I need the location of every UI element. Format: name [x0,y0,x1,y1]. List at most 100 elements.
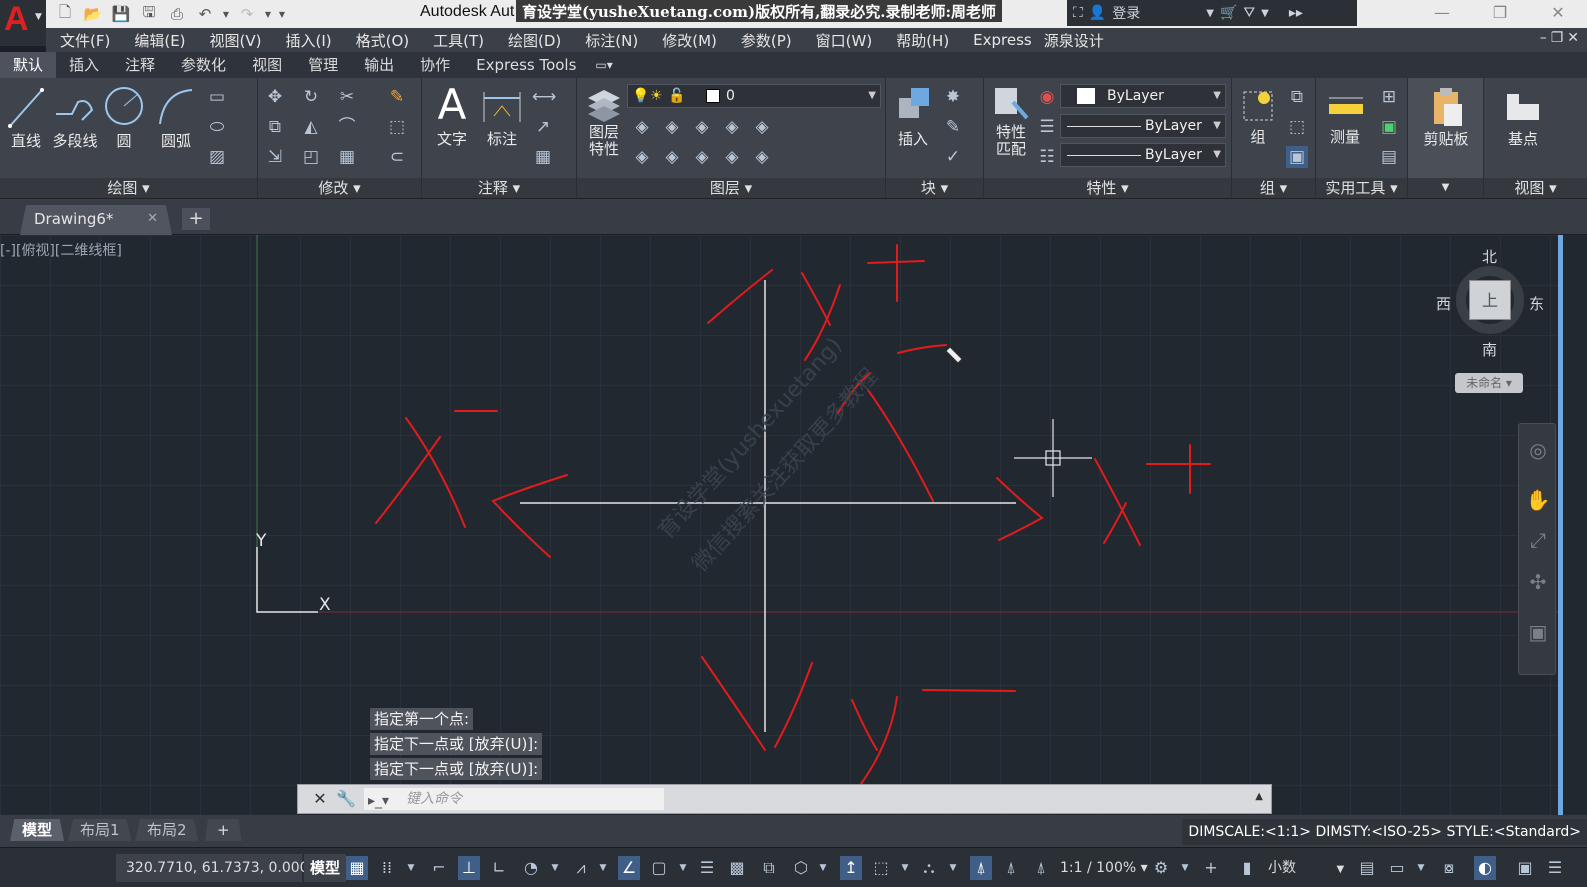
edit-attributes-icon[interactable]: ✓ [942,146,964,168]
layer-tool-4-icon[interactable]: ◈ [721,116,743,138]
menu-view[interactable]: 视图(V) [198,30,274,51]
customize-wrench-icon[interactable]: 🔧 [336,789,356,809]
command-history-toggle-icon[interactable]: ▲ [1255,791,1263,802]
tab-manage[interactable]: 管理 [295,52,351,78]
save-as-icon[interactable]: 🖫 [136,3,162,25]
table-icon[interactable]: ▦ [532,146,554,168]
login-dropdown-icon[interactable]: ▼ [1206,8,1214,19]
mirror-icon[interactable]: ◭ [300,116,322,138]
tab-home[interactable]: 默认 [0,52,57,78]
user-icon[interactable]: 👤 [1089,5,1106,21]
layer-properties-button[interactable]: 图层 特性 [581,84,627,158]
clean-screen-icon[interactable]: ▣ [1514,856,1536,880]
panel-properties-title[interactable]: 特性 ▾ [984,178,1231,198]
layer-tool-3-icon[interactable]: ◈ [691,116,713,138]
customize-statusbar-icon[interactable]: ☰ [1544,856,1566,880]
restore-icon[interactable]: ❐ [1471,0,1529,26]
print-icon[interactable]: ⎙ [164,3,190,25]
array-icon[interactable]: ▦ [336,146,358,168]
coordinates-display[interactable]: 320.7710, 61.7373, 0.0000 [116,854,317,882]
ribbon-minimize-icon[interactable]: ▭▾ [595,58,625,72]
hardware-acceleration-icon[interactable]: ◐ [1474,856,1496,880]
polyline-button[interactable]: 多段线 [50,84,100,151]
panel-groups-title[interactable]: 组 ▾ [1232,178,1315,198]
showmotion-icon[interactable]: ▣ [1519,620,1557,644]
model-space-button[interactable]: 模型 [304,854,347,882]
layer-dropdown[interactable]: 💡 ☀ 🔓 0 ▼ [627,84,881,108]
layer-tool-5-icon[interactable]: ◈ [751,116,773,138]
menu-file[interactable]: 文件(F) [46,30,122,51]
object-snap-tracking-icon[interactable]: ∠ [618,856,640,880]
menu-parametric[interactable]: 参数(P) [729,30,804,51]
units-icon[interactable]: ▮ [1236,856,1258,880]
scale-icon[interactable]: ◰ [300,146,322,168]
edit-block-icon[interactable]: ✎ [942,116,964,138]
menu-modify[interactable]: 修改(M) [650,30,729,51]
menu-edit[interactable]: 编辑(E) [122,30,197,51]
menu-yuanquan[interactable]: 源泉设计 [1044,30,1116,51]
lineweight-dropdown[interactable]: ByLayer ▼ [1060,143,1226,167]
undo-dropdown-icon[interactable]: ▼ [220,3,232,25]
panel-modify-title[interactable]: 修改 ▾ [258,178,421,198]
layer-tool-10-icon[interactable]: ◈ [751,146,773,168]
rectangle-icon[interactable]: ▭ [206,86,228,108]
layer-tool-9-icon[interactable]: ◈ [721,146,743,168]
group-button[interactable]: 组 [1236,86,1280,147]
a360-dropdown-icon[interactable]: ▼ [1261,8,1269,19]
panel-clipboard-title[interactable]: ▼ [1408,178,1483,198]
copy-icon[interactable]: ⧉ [264,116,286,138]
workspace-gear-icon[interactable]: ⚙ [1150,856,1172,880]
insert-block-button[interactable]: 插入 [890,84,936,149]
leader-icon[interactable]: ↗ [532,116,554,138]
group-select-icon[interactable]: ▣ [1286,146,1308,168]
quick-properties-icon[interactable]: ▤ [1356,856,1378,880]
linetype-dropdown[interactable]: ByLayer ▼ [1060,114,1226,138]
close-icon[interactable]: ✕ [1529,0,1587,26]
panel-draw-title[interactable]: 绘图 ▾ [0,178,257,198]
login-link[interactable]: 登录 [1112,3,1140,23]
stretch-icon[interactable]: ⇲ [264,146,286,168]
select-all-icon[interactable]: ▣ [1378,116,1400,138]
tab-collaborate[interactable]: 协作 [407,52,463,78]
tab-output[interactable]: 输出 [351,52,407,78]
arc-button[interactable]: 圆弧 [154,84,198,151]
create-block-icon[interactable]: ✸ [942,86,964,108]
explode-icon[interactable]: ⬚ [386,116,408,138]
viewcube-south[interactable]: 南 [1482,339,1497,360]
workspace-dropdown-icon[interactable]: ▼ [1174,856,1196,880]
annotation-scale-icon[interactable]: ⍋ [1030,856,1052,880]
annotation-scale-value[interactable]: 1:1 / 100% ▾ [1060,856,1148,880]
tab-parametric[interactable]: 参数化 [168,52,239,78]
orbit-icon[interactable]: ✣ [1519,570,1557,594]
lock-dropdown-icon[interactable]: ▼ [1410,856,1432,880]
object-snap-icon[interactable]: ▢ [648,856,670,880]
tab-view[interactable]: 视图 [239,52,295,78]
viewcube[interactable]: 上 北 南 东 西 [1436,246,1546,360]
viewcube-west[interactable]: 西 [1436,293,1451,314]
menu-format[interactable]: 格式(O) [344,30,422,51]
file-tab-drawing6[interactable]: Drawing6* ✕ [20,205,172,235]
document-window-controls[interactable]: –❐✕ [1540,30,1583,46]
lock-ui-icon[interactable]: ▭ [1386,856,1408,880]
application-menu-button[interactable]: A ▼ [0,0,46,46]
measure-button[interactable]: 测量 [1320,86,1370,147]
calculator-icon[interactable]: ▤ [1378,146,1400,168]
save-icon[interactable]: 💾 [108,3,134,25]
text-button[interactable]: A 文字 [430,82,474,149]
tab-model[interactable]: 模型 [10,819,65,841]
annotation-monitor-icon[interactable]: + [1200,856,1222,880]
color-dropdown[interactable]: ByLayer ▼ [1060,84,1226,108]
open-file-icon[interactable]: 📂 [80,3,106,25]
trim-icon[interactable]: ✂ [336,86,358,108]
group-edit-icon[interactable]: ⬚ [1286,116,1308,138]
panel-utilities-title[interactable]: 实用工具 ▾ [1316,178,1407,198]
binoculars-icon[interactable]: ⛶ [1073,5,1083,21]
panel-annotation-title[interactable]: 注释 ▾ [422,178,576,198]
selection-filter-dropdown-icon[interactable]: ▼ [894,856,916,880]
polar-tracking-icon[interactable]: ◔ [520,856,542,880]
new-tab-button[interactable]: + [182,208,210,230]
viewcube-north[interactable]: 北 [1482,246,1497,267]
quick-select-icon[interactable]: ⊞ [1378,86,1400,108]
steering-wheel-icon[interactable]: ◎ [1519,438,1557,462]
linear-dimension-icon[interactable]: ⟷ [532,86,556,108]
